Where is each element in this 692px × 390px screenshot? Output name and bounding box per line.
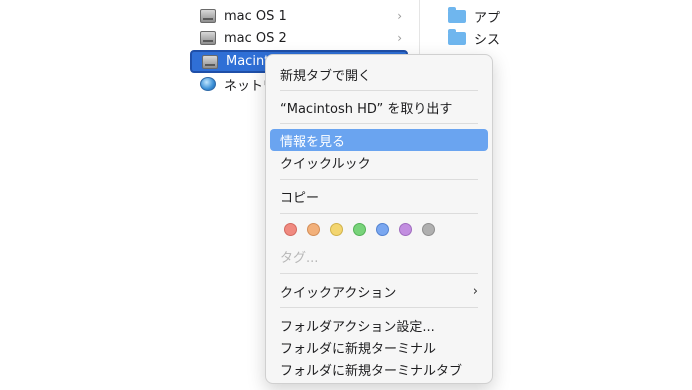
menu-item-open-new-tab[interactable]: 新規タブで開く [270,63,488,85]
drive-icon [202,54,218,69]
tag-color-red[interactable] [284,223,297,236]
tag-color-orange[interactable] [307,223,320,236]
sidebar-item-macos2[interactable]: mac OS 2 › [190,27,408,49]
sidebar-item-macos1[interactable]: mac OS 1 › [190,5,408,27]
menu-separator [280,123,478,124]
menu-item-label: 情報を見る [280,134,346,150]
folder-label: アプ [474,10,501,26]
menu-item-label: タグ... [280,250,319,266]
tag-color-green[interactable] [353,223,366,236]
menu-item-label: フォルダアクション設定... [280,319,435,335]
menu-item-new-terminal-tab[interactable]: フォルダに新規ターミナルタブ [270,358,488,380]
menu-separator [280,179,478,180]
tag-color-gray[interactable] [422,223,435,236]
menu-item-copy[interactable]: コピー [270,185,488,207]
drive-icon [200,31,216,45]
menu-item-eject[interactable]: “Macintosh HD” を取り出す [270,96,488,118]
sidebar-item-label: mac OS 1 [224,8,287,24]
menu-separator [280,273,478,274]
context-menu: 新規タブで開く “Macintosh HD” を取り出す 情報を見る クイックル… [265,54,493,384]
tag-color-blue[interactable] [376,223,389,236]
chevron-right-icon: › [397,31,402,45]
network-globe-icon [200,77,216,91]
tag-color-yellow[interactable] [330,223,343,236]
menu-item-label: “Macintosh HD” を取り出す [280,101,453,117]
menu-item-quick-look[interactable]: クイックルック [270,151,488,173]
sidebar-item-label: mac OS 2 [224,30,287,46]
menu-item-new-terminal[interactable]: フォルダに新規ターミナル [270,336,488,358]
chevron-right-icon: › [397,9,402,23]
folder-row-apps[interactable]: アプ [448,5,500,27]
folder-row-system[interactable]: シス [448,27,500,49]
drive-icon [200,9,216,23]
folder-icon [448,28,466,45]
menu-item-folder-action-settings[interactable]: フォルダアクション設定... [270,314,488,336]
menu-item-label: フォルダに新規ターミナルタブ [280,363,463,379]
menu-separator [280,307,478,308]
menu-item-label: フォルダに新規ターミナル [280,341,437,357]
folder-label: シス [474,32,501,48]
menu-item-quick-actions[interactable]: クイックアクション › [270,280,488,302]
menu-item-label: クイックアクション [280,285,397,301]
menu-item-get-info[interactable]: 情報を見る [270,129,488,151]
folder-icon [448,6,466,23]
chevron-right-icon: › [472,283,478,299]
tag-color-picker [284,223,435,236]
menu-item-tags[interactable]: タグ... [270,245,488,267]
menu-item-label: クイックルック [280,156,371,172]
tag-color-purple[interactable] [399,223,412,236]
menu-separator [280,213,478,214]
menu-item-label: 新規タブで開く [280,68,372,84]
menu-separator [280,90,478,91]
menu-item-label: コピー [280,190,320,206]
